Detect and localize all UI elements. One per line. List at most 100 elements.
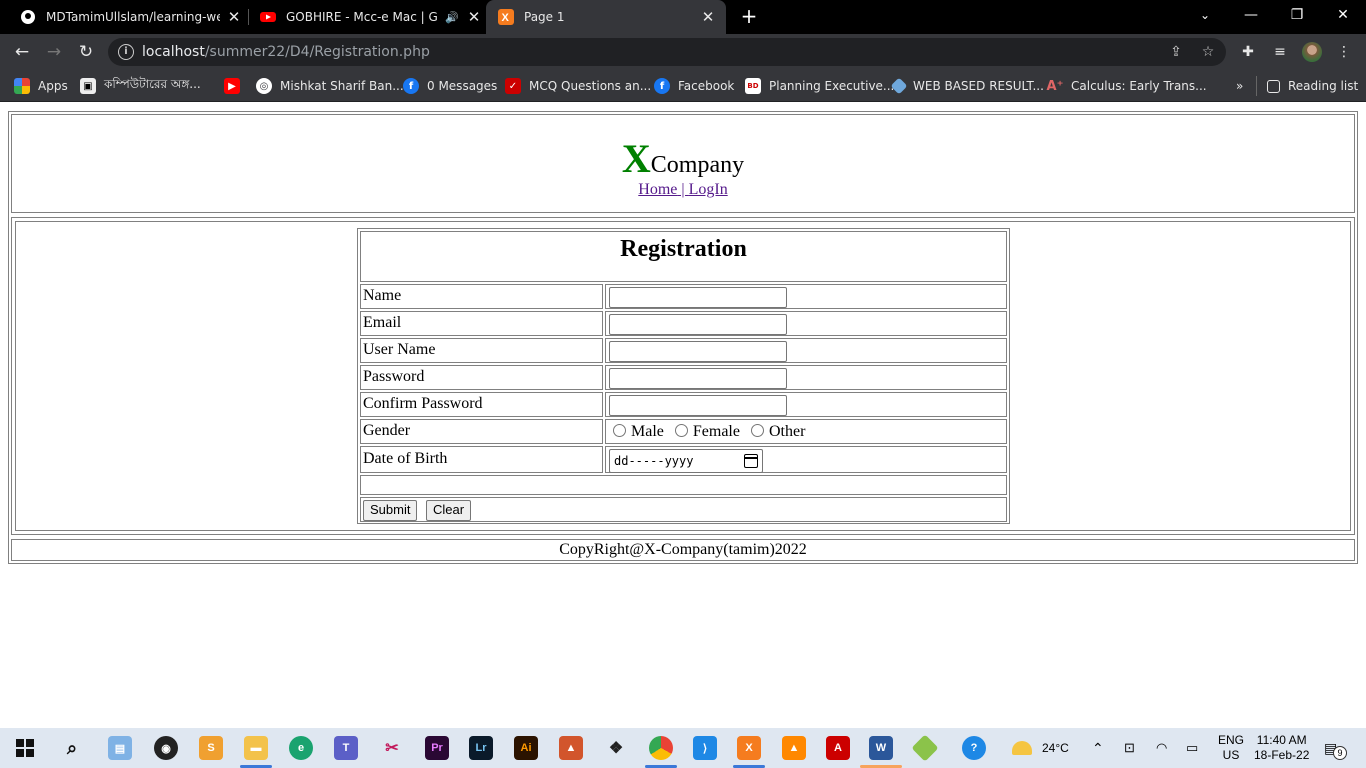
teams-icon[interactable]: T [334,736,358,760]
chevron-up-icon[interactable]: ⌃ [1092,728,1104,768]
male-radio[interactable] [613,424,626,437]
brand-name: Company [650,152,745,178]
app-icon[interactable] [911,734,939,762]
bookmark-item[interactable]: ✓ MCQ Questions an... [505,76,651,96]
illustrator-icon[interactable]: Ai [514,736,538,760]
label-cell: Email [360,311,603,336]
reading-list-button[interactable]: Reading list [1256,76,1358,96]
label-cell: Name [360,284,603,309]
app-icon[interactable]: ❖ [604,736,628,760]
bookmark-item[interactable]: WEB BASED RESULT... [890,76,1044,96]
avatar[interactable] [1302,42,1322,62]
bookmark-star-icon[interactable]: ☆ [1198,42,1218,62]
lightroom-icon[interactable]: Lr [469,736,493,760]
site-icon: ▣ [80,78,96,94]
bookmark-apps[interactable]: Apps [14,76,68,96]
bookmark-youtube[interactable]: ▶ [224,76,248,96]
bookmark-item[interactable]: ▣ কম্পিউটারের অঙ্গ... [80,76,201,96]
username-input[interactable] [609,341,787,362]
file-explorer-icon[interactable]: ▬ [244,736,268,760]
device-icon[interactable]: ⊡ [1124,728,1135,768]
other-radio[interactable] [750,424,764,437]
clock[interactable]: 11:40 AM 18-Feb-22 [1254,733,1309,763]
bookmark-item[interactable]: f Facebook [654,76,734,96]
notification-icon[interactable]: ▤ 9 [1324,738,1348,760]
tab-title: MDTamimUllslam/learning-web-t [46,10,220,24]
chrome-icon[interactable] [649,736,673,760]
vlc-icon[interactable]: ▲ [782,736,806,760]
name-label: Name [363,287,402,304]
clear-button[interactable]: Clear [426,500,472,521]
globe-icon: ◎ [256,78,272,94]
copyright-text: CopyRight@X-Company(tamim)2022 [559,541,807,558]
sublime-icon[interactable]: S [199,736,223,760]
vscode-icon[interactable]: ⟩ [693,736,717,760]
bookmark-item[interactable]: f 0 Messages [403,76,497,96]
female-radio[interactable] [674,424,688,437]
gender-options: Male Female Other [610,423,805,441]
bookmarks-overflow-icon[interactable]: » [1236,76,1243,96]
bookmark-item[interactable]: A⁺ Calculus: Early Trans... [1047,76,1207,96]
tab-page-1[interactable]: X Page 1 ✕ [486,0,726,34]
acrobat-icon[interactable]: A [826,736,850,760]
share-icon[interactable]: ⇪ [1166,42,1186,62]
media-control-icon[interactable]: ≡ [1270,42,1290,62]
app-icon[interactable]: ▲ [559,736,583,760]
tab-youtube[interactable]: GOBHIRE - Mcc-e Mac | Gk K 🔊 ✕ [256,0,482,34]
windows-start-icon[interactable] [13,736,37,760]
obs-icon[interactable]: ◉ [154,736,178,760]
search-icon[interactable]: ⌕ [60,736,84,760]
dob-placeholder: dd-----yyyy [614,454,694,468]
bookmark-item[interactable]: ◎ Mishkat Sharif Ban... [256,76,404,96]
submit-button[interactable]: Submit [363,500,418,521]
calendar-icon[interactable] [744,454,758,468]
email-label: Email [363,314,402,331]
help-icon[interactable]: ? [962,736,986,760]
edge-icon[interactable]: e [289,736,313,760]
menu-icon[interactable]: ⋮ [1334,42,1354,62]
home-link[interactable]: Home [638,181,677,198]
confirm-password-input[interactable] [609,395,787,416]
close-icon[interactable]: ✕ [700,8,716,26]
facebook-icon: f [654,78,670,94]
snipping-icon[interactable]: ✂ [380,736,404,760]
minimize-icon[interactable]: — [1228,0,1274,30]
battery-icon[interactable]: ▭ [1186,728,1198,768]
bookmark-item[interactable]: BD Planning Executive... [745,76,894,96]
word-icon[interactable]: W [869,736,893,760]
restore-icon[interactable]: ❐ [1274,0,1320,30]
notification-count: 9 [1333,746,1347,760]
login-link[interactable]: LogIn [689,181,728,198]
close-icon[interactable]: ✕ [226,8,242,26]
forward-icon[interactable]: → [42,40,66,64]
spacer-cell [360,475,1007,495]
address-bar[interactable]: i localhost/summer22/D4/Registration.php… [108,38,1226,66]
reload-icon[interactable]: ↻ [74,40,98,64]
title-cell: Registration [360,231,1007,282]
language-indicator[interactable]: ENG US [1218,733,1244,763]
tab-search-icon[interactable]: ⌄ [1182,0,1228,30]
xampp-icon[interactable]: X [737,736,761,760]
wifi-icon[interactable]: ◠ [1156,728,1167,768]
window-close-icon[interactable]: ✕ [1320,0,1366,30]
back-icon[interactable]: ← [10,40,34,64]
dob-input[interactable]: dd-----yyyy [609,449,763,473]
weather-widget[interactable]: 24°C [1012,728,1069,768]
email-input[interactable] [609,314,787,335]
tab-strip: MDTamimUllslam/learning-web-t ✕ GOBHIRE … [0,0,1366,34]
new-tab-icon[interactable]: + [738,5,760,27]
name-input[interactable] [609,287,787,308]
tab-github[interactable]: MDTamimUllslam/learning-web-t ✕ [12,0,242,34]
premiere-icon[interactable]: Pr [425,736,449,760]
speaker-icon[interactable]: 🔊 [444,11,460,24]
tab-separator [248,9,249,25]
task-view-icon[interactable]: ▤ [108,736,132,760]
url-text[interactable]: localhost/summer22/D4/Registration.php [142,44,430,60]
info-icon[interactable]: i [118,44,134,60]
gender-cell: Male Female Other [605,419,1007,444]
password-input[interactable] [609,368,787,389]
close-icon[interactable]: ✕ [466,8,482,26]
reading-list-icon [1267,79,1280,93]
extensions-icon[interactable]: ✚ [1238,42,1258,62]
footer: CopyRight@X-Company(tamim)2022 [11,539,1355,561]
